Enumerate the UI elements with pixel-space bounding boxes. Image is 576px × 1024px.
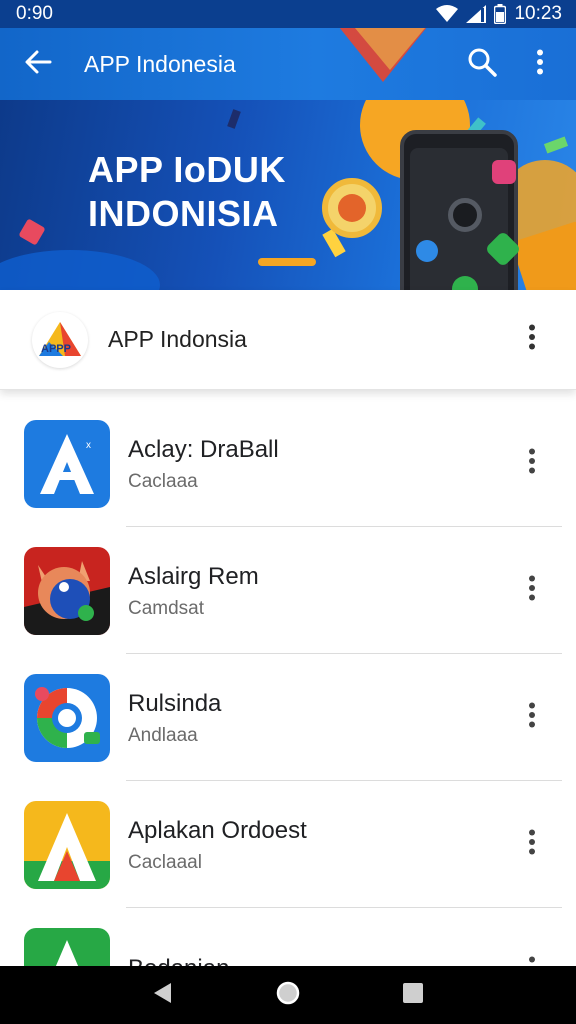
more-vert-icon	[528, 702, 536, 733]
app-list-item[interactable]: Aplakan Ordoest Caclaaal	[0, 781, 576, 908]
banner-title: APP IoDUK INDONISIA	[88, 148, 286, 236]
signal-icon	[466, 5, 487, 23]
app-text: Rulsinda Andlaaa	[128, 689, 512, 747]
confetti	[18, 218, 46, 246]
battery-icon	[494, 4, 507, 24]
phone-app-icon	[452, 276, 478, 290]
app-more-button[interactable]	[512, 567, 552, 615]
app-subtitle: Camdsat	[128, 597, 205, 619]
featured-more-button[interactable]	[512, 316, 552, 364]
camera-circle-icon	[24, 673, 110, 762]
featured-logo-text: APPP	[41, 343, 71, 355]
letter-a-icon: x	[24, 419, 110, 508]
search-button[interactable]	[458, 40, 506, 88]
search-icon	[467, 47, 497, 82]
featured-app-name: APP Indonsia	[108, 326, 247, 352]
app-list-item[interactable]: x Aclay: DraBall Caclaaa	[0, 400, 576, 527]
app-list-item[interactable]: Aslairg Rem Camdsat	[0, 527, 576, 654]
nav-recents-button[interactable]	[389, 971, 437, 1019]
more-vert-icon	[536, 49, 544, 80]
letter-a-icon	[24, 800, 110, 889]
banner-wave	[0, 250, 160, 290]
overflow-menu-button[interactable]	[516, 40, 564, 88]
wifi-icon	[436, 5, 459, 23]
confetti	[543, 136, 569, 154]
back-button[interactable]	[14, 40, 62, 88]
app-name: Aplakan Ordoest	[128, 816, 307, 844]
nav-back-button[interactable]	[139, 971, 187, 1019]
coin-icon	[322, 178, 382, 238]
triangle-back-icon	[151, 981, 175, 1010]
app-list: x Aclay: DraBall Caclaaa Aslairg Rem Cam…	[0, 400, 576, 1024]
app-more-button[interactable]	[512, 694, 552, 742]
banner-title-line1: APP IoDUK	[88, 149, 286, 190]
system-nav-bar	[0, 966, 576, 1024]
more-vert-icon	[528, 829, 536, 860]
status-time-right: 10:23	[514, 3, 562, 24]
app-bar: APP Indonesia	[0, 28, 576, 100]
phone-app-icon	[416, 240, 438, 262]
more-vert-icon	[528, 324, 536, 355]
promo-banner[interactable]: APP IoDUK INDONISIA	[0, 100, 576, 290]
banner-bar	[258, 258, 316, 266]
app-subtitle: Caclaaa	[128, 470, 198, 492]
app-name: Aslairg Rem	[128, 562, 259, 590]
phone-app-icon	[492, 160, 516, 184]
arrow-left-icon	[24, 48, 52, 81]
featured-logo: APPP	[32, 311, 88, 368]
nav-home-button[interactable]	[264, 971, 312, 1019]
cartoon-cat-icon	[24, 546, 110, 635]
app-text: Aclay: DraBall Caclaaa	[128, 435, 512, 493]
more-vert-icon	[528, 575, 536, 606]
app-name: Aclay: DraBall	[128, 435, 279, 463]
status-time-left: 0:90	[16, 3, 53, 24]
status-icons: 10:23	[436, 3, 562, 25]
more-vert-icon	[528, 448, 536, 479]
app-more-button[interactable]	[512, 821, 552, 869]
phone-app-icon	[484, 230, 522, 268]
app-text: Aslairg Rem Camdsat	[128, 562, 512, 620]
app-more-button[interactable]	[512, 440, 552, 488]
circle-home-icon	[275, 980, 301, 1011]
featured-app-row[interactable]: APPP APP Indonsia	[0, 290, 576, 390]
banner-title-line2: INDONISIA	[88, 193, 279, 234]
svg-text:x: x	[86, 440, 91, 451]
app-name: Rulsinda	[128, 689, 222, 717]
app-subtitle: Andlaaa	[128, 724, 198, 746]
square-recents-icon	[402, 982, 424, 1009]
confetti	[227, 109, 241, 129]
app-subtitle: Caclaaal	[128, 851, 202, 873]
app-text: Aplakan Ordoest Caclaaal	[128, 816, 512, 874]
phone-screen	[410, 148, 522, 290]
status-bar: 0:90 10:23	[0, 0, 576, 28]
app-bar-title: APP Indonesia	[84, 50, 236, 77]
app-list-item[interactable]: Rulsinda Andlaaa	[0, 654, 576, 781]
phone-illustration	[400, 130, 522, 290]
camera-lens-icon	[448, 198, 482, 232]
